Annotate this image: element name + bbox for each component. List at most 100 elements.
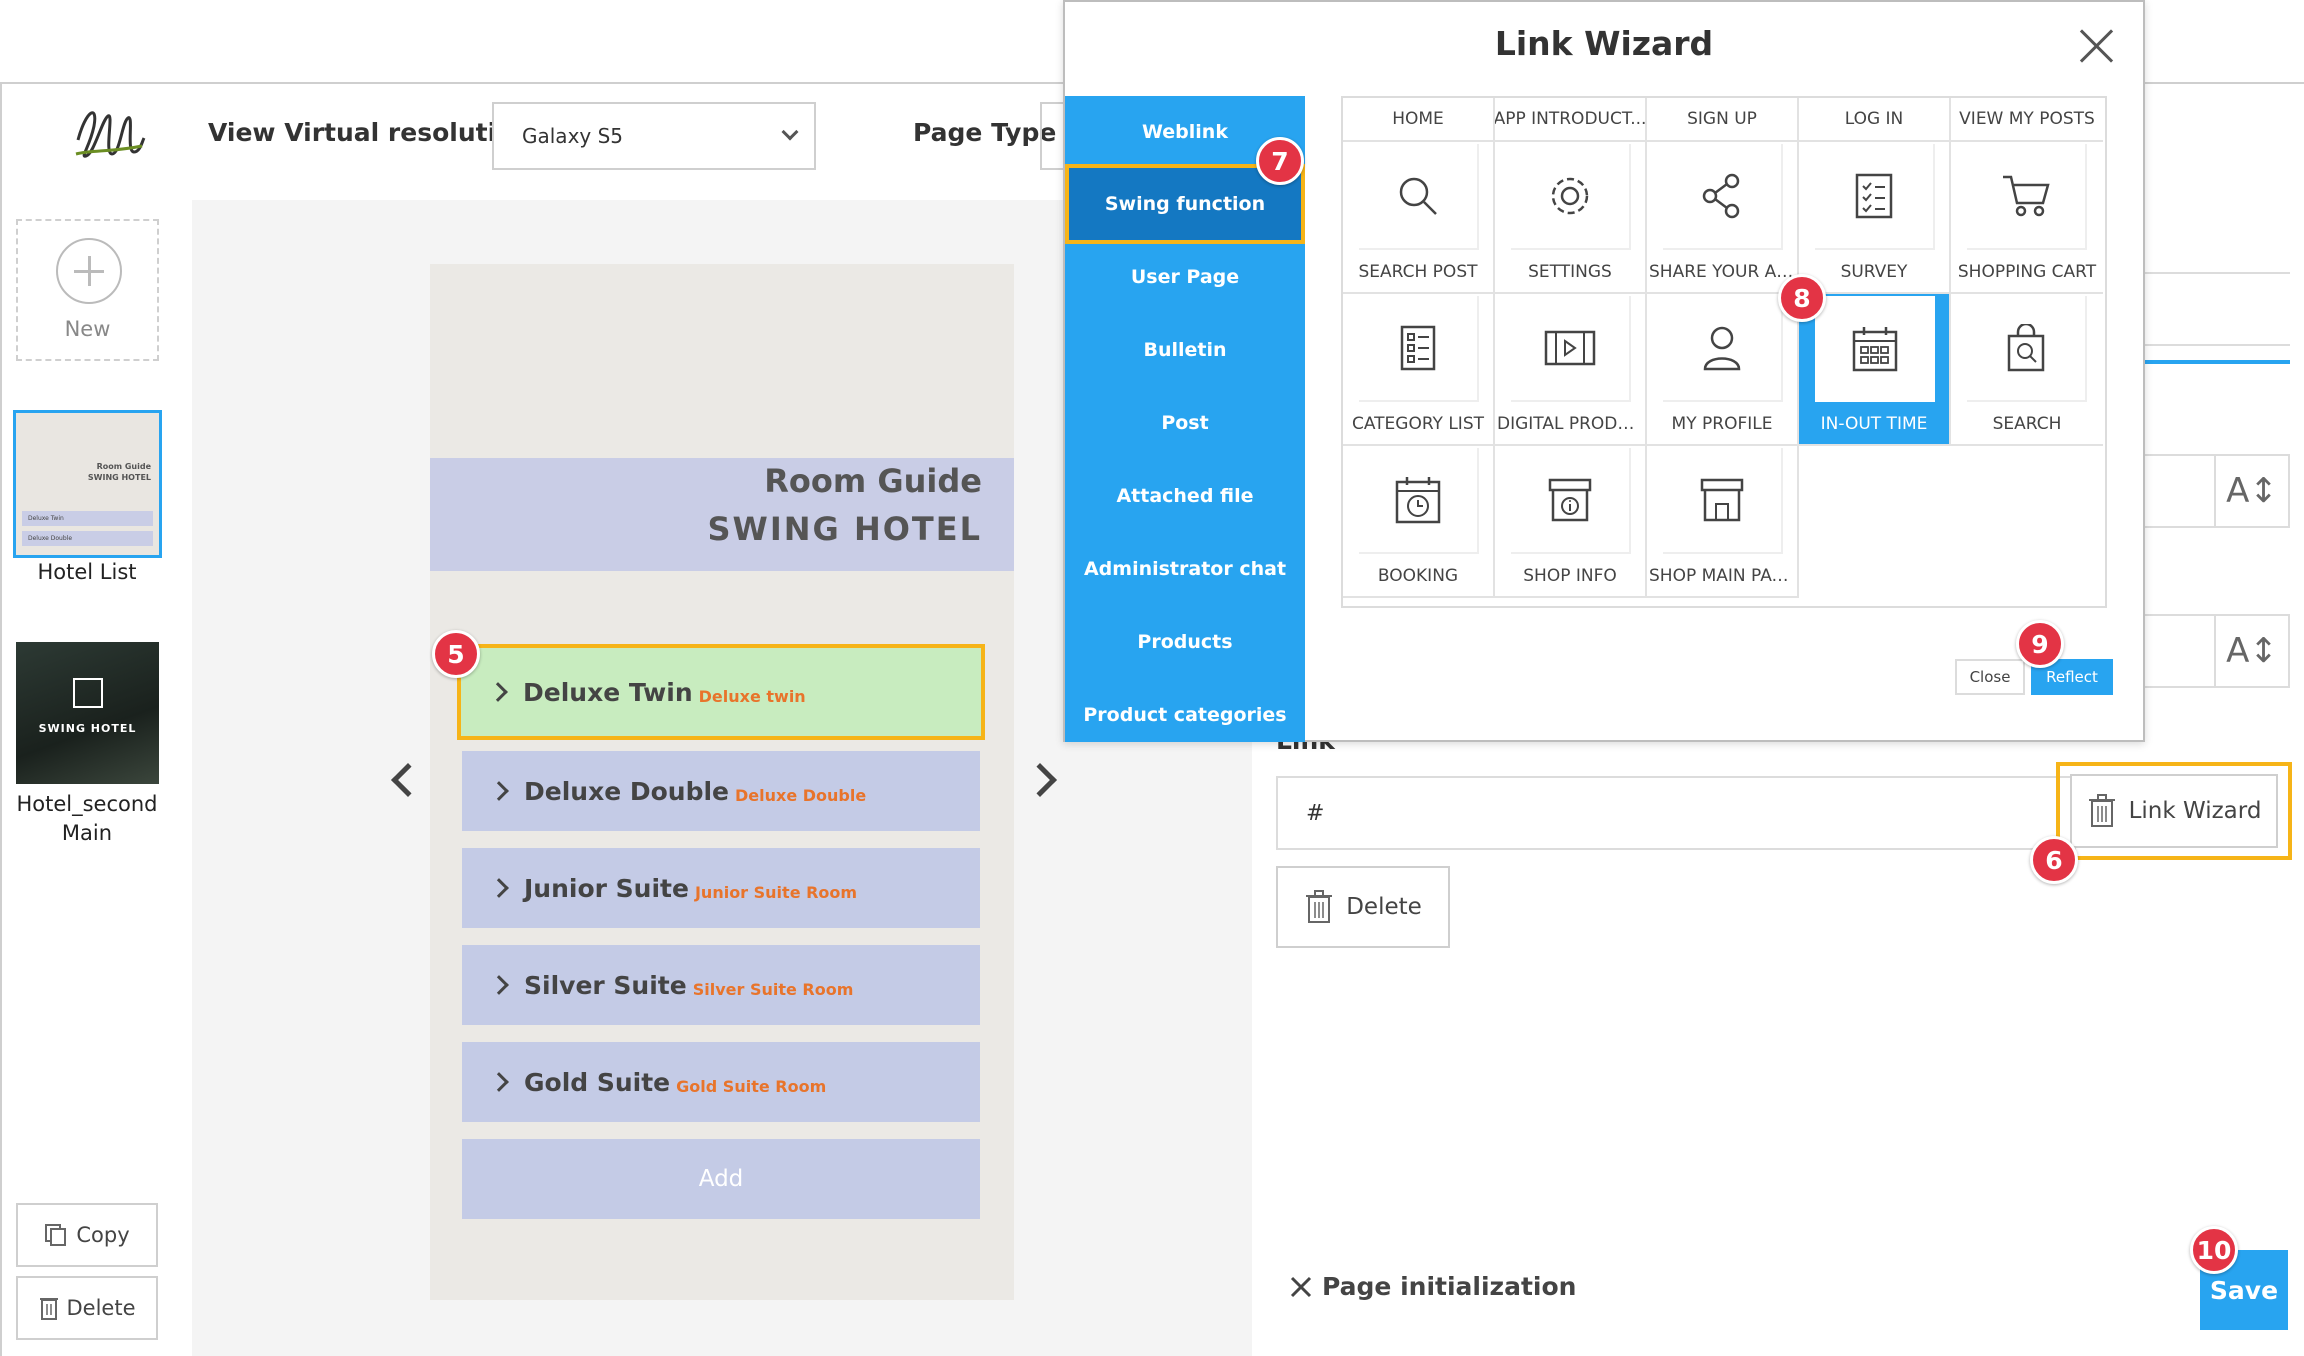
copy-label: Copy (76, 1223, 130, 1247)
room-name: Junior Suite (524, 873, 689, 903)
modal-menu: Weblink Swing function User Page Bulleti… (1065, 96, 1305, 742)
icon-box (1663, 448, 1783, 554)
cell-label: IN-OUT TIME (1820, 414, 1928, 434)
grid-cell-my-profile[interactable]: MY PROFILE (1647, 294, 1799, 446)
page-initialization-button[interactable]: Page initialization (1290, 1272, 1576, 1301)
trash-icon (39, 1298, 58, 1320)
grid-cell-share-your-app[interactable]: SHARE YOUR APP (1647, 142, 1799, 294)
page-label-hotel-second-main: Hotel_second Main (12, 790, 162, 848)
property-field[interactable] (2140, 272, 2290, 346)
grid-cell-survey[interactable]: SURVEY (1799, 142, 1951, 294)
menu-item-attached-file[interactable]: Attached file (1065, 460, 1305, 532)
cell-label: SURVEY (1840, 262, 1908, 282)
font-size-button[interactable]: A↕ (2214, 454, 2290, 528)
font-size-glyph: A↕ (2226, 471, 2278, 511)
close-button[interactable]: Close (1955, 659, 2025, 695)
menu-item-user-page[interactable]: User Page (1065, 241, 1305, 313)
user-icon (1703, 326, 1741, 371)
banner-subtitle: SWING HOTEL (707, 510, 982, 548)
cell-label: SEARCH (1992, 414, 2062, 434)
grid-cell-shopping-cart[interactable]: SHOPPING CART (1951, 142, 2103, 294)
room-sub: Deluxe twin (698, 686, 806, 706)
search-icon (1399, 177, 1437, 215)
new-page-button[interactable]: New (16, 219, 159, 361)
font-size-button[interactable]: A↕ (2214, 614, 2290, 688)
room-item[interactable]: Silver Suite Silver Suite Room (462, 945, 980, 1025)
close-icon[interactable] (2077, 26, 2115, 64)
thumb-item: Deluxe Twin (22, 511, 153, 526)
store-info-icon (1548, 478, 1592, 522)
cell-label: SHARE YOUR APP (1649, 262, 1797, 282)
trash-icon (1306, 890, 1333, 923)
grid-cell-shop-main-page[interactable]: SHOP MAIN PAGE (1647, 446, 1799, 598)
menu-item-bulletin[interactable]: Bulletin (1065, 314, 1305, 386)
thumb-title-line1: Room Guide (96, 462, 151, 471)
cell-label: SHOPPING CART (1957, 262, 2097, 282)
thumb-item: Deluxe Double (22, 531, 153, 546)
link-wizard-modal: Link Wizard Weblink Swing function User … (1063, 0, 2145, 742)
resolution-select[interactable]: Galaxy S5 (492, 102, 816, 170)
page-thumbnail-hotel-list[interactable]: Room Guide SWING HOTEL Deluxe Twin Deluxe… (13, 410, 162, 558)
menu-item-administrator-chat[interactable]: Administrator chat (1065, 533, 1305, 605)
page-thumbnail-hotel-second-main[interactable]: SWING HOTEL (16, 642, 159, 784)
view-resolution-label: View Virtual resolution (208, 118, 532, 147)
copy-icon (45, 1224, 67, 1246)
step-badge: 10 (2190, 1226, 2238, 1274)
step-badge: 6 (2030, 836, 2078, 884)
grid-cell-settings[interactable]: SETTINGS (1495, 142, 1647, 294)
list-icon (1400, 325, 1436, 371)
link-wizard-button[interactable]: Link Wizard (2070, 774, 2278, 848)
add-room-button[interactable]: Add (462, 1139, 980, 1219)
grid-cell-shop-info[interactable]: SHOP INFO (1495, 446, 1647, 598)
chevron-right-icon (489, 975, 509, 995)
grid-cell-sign-up[interactable]: SIGN UP (1647, 98, 1799, 142)
grid-cell-log-in[interactable]: LOG IN (1799, 98, 1951, 142)
chevron-right-icon (488, 682, 508, 702)
grid-cell-view-my-posts[interactable]: VIEW MY POSTS (1951, 98, 2103, 142)
room-item[interactable]: Deluxe Double Deluxe Double (462, 751, 980, 831)
icon-box (1359, 448, 1479, 554)
resolution-select-value: Galaxy S5 (522, 124, 624, 148)
menu-item-product-categories[interactable]: Product categories (1065, 679, 1305, 751)
link-input[interactable]: # (1276, 776, 2076, 850)
grid-cell-search-post[interactable]: SEARCH POST (1343, 142, 1495, 294)
delete-page-button[interactable]: Delete (16, 1276, 158, 1340)
icon-box (1815, 296, 1935, 402)
page-label-hotel-list: Hotel List (37, 560, 137, 584)
room-item[interactable]: Junior Suite Junior Suite Room (462, 848, 980, 928)
cell-label: DIGITAL PRODUC... (1497, 414, 1645, 434)
icon-box (1511, 296, 1631, 402)
grid-cell-search[interactable]: SEARCH (1951, 294, 2103, 446)
grid-cell-category-list[interactable]: CATEGORY LIST (1343, 294, 1495, 446)
room-sub: Deluxe Double (735, 785, 867, 805)
shopping-bag-search-icon (2007, 324, 2045, 372)
cell-label: SETTINGS (1528, 262, 1612, 282)
plus-icon (56, 238, 122, 304)
room-name: Deluxe Twin (523, 677, 693, 707)
app-logo-icon (75, 111, 146, 158)
room-item-selected[interactable]: Deluxe Twin Deluxe twin (457, 644, 985, 740)
room-item[interactable]: Gold Suite Gold Suite Room (462, 1042, 980, 1122)
copy-button[interactable]: Copy (16, 1203, 158, 1267)
grid-cell-digital-products[interactable]: DIGITAL PRODUC... (1495, 294, 1647, 446)
step-badge: 9 (2016, 620, 2064, 668)
save-label: Save (2209, 1275, 2279, 1305)
menu-item-products[interactable]: Products (1065, 606, 1305, 678)
grid-cell-booking[interactable]: BOOKING (1343, 446, 1495, 598)
icon-box (1815, 144, 1935, 250)
grid-cell-home[interactable]: HOME (1343, 98, 1495, 142)
banner-title: Room Guide (764, 462, 982, 500)
icon-box (1663, 144, 1783, 250)
store-icon (1700, 478, 1744, 522)
new-page-label: New (64, 317, 111, 341)
delete-link-button[interactable]: Delete (1276, 866, 1450, 948)
preview-banner[interactable]: Room Guide SWING HOTEL (430, 458, 1014, 571)
grid-cell-in-out-time[interactable]: IN-OUT TIME (1799, 294, 1951, 446)
cell-label: CATEGORY LIST (1351, 414, 1485, 434)
cell-label: BOOKING (1377, 566, 1459, 586)
room-sub: Gold Suite Room (676, 1076, 827, 1096)
thumb-title-line2: SWING HOTEL (87, 473, 151, 482)
menu-item-post[interactable]: Post (1065, 387, 1305, 459)
grid-cell-app-introduction[interactable]: APP INTRODUCT... (1495, 98, 1647, 142)
trash-icon (2088, 794, 2115, 827)
